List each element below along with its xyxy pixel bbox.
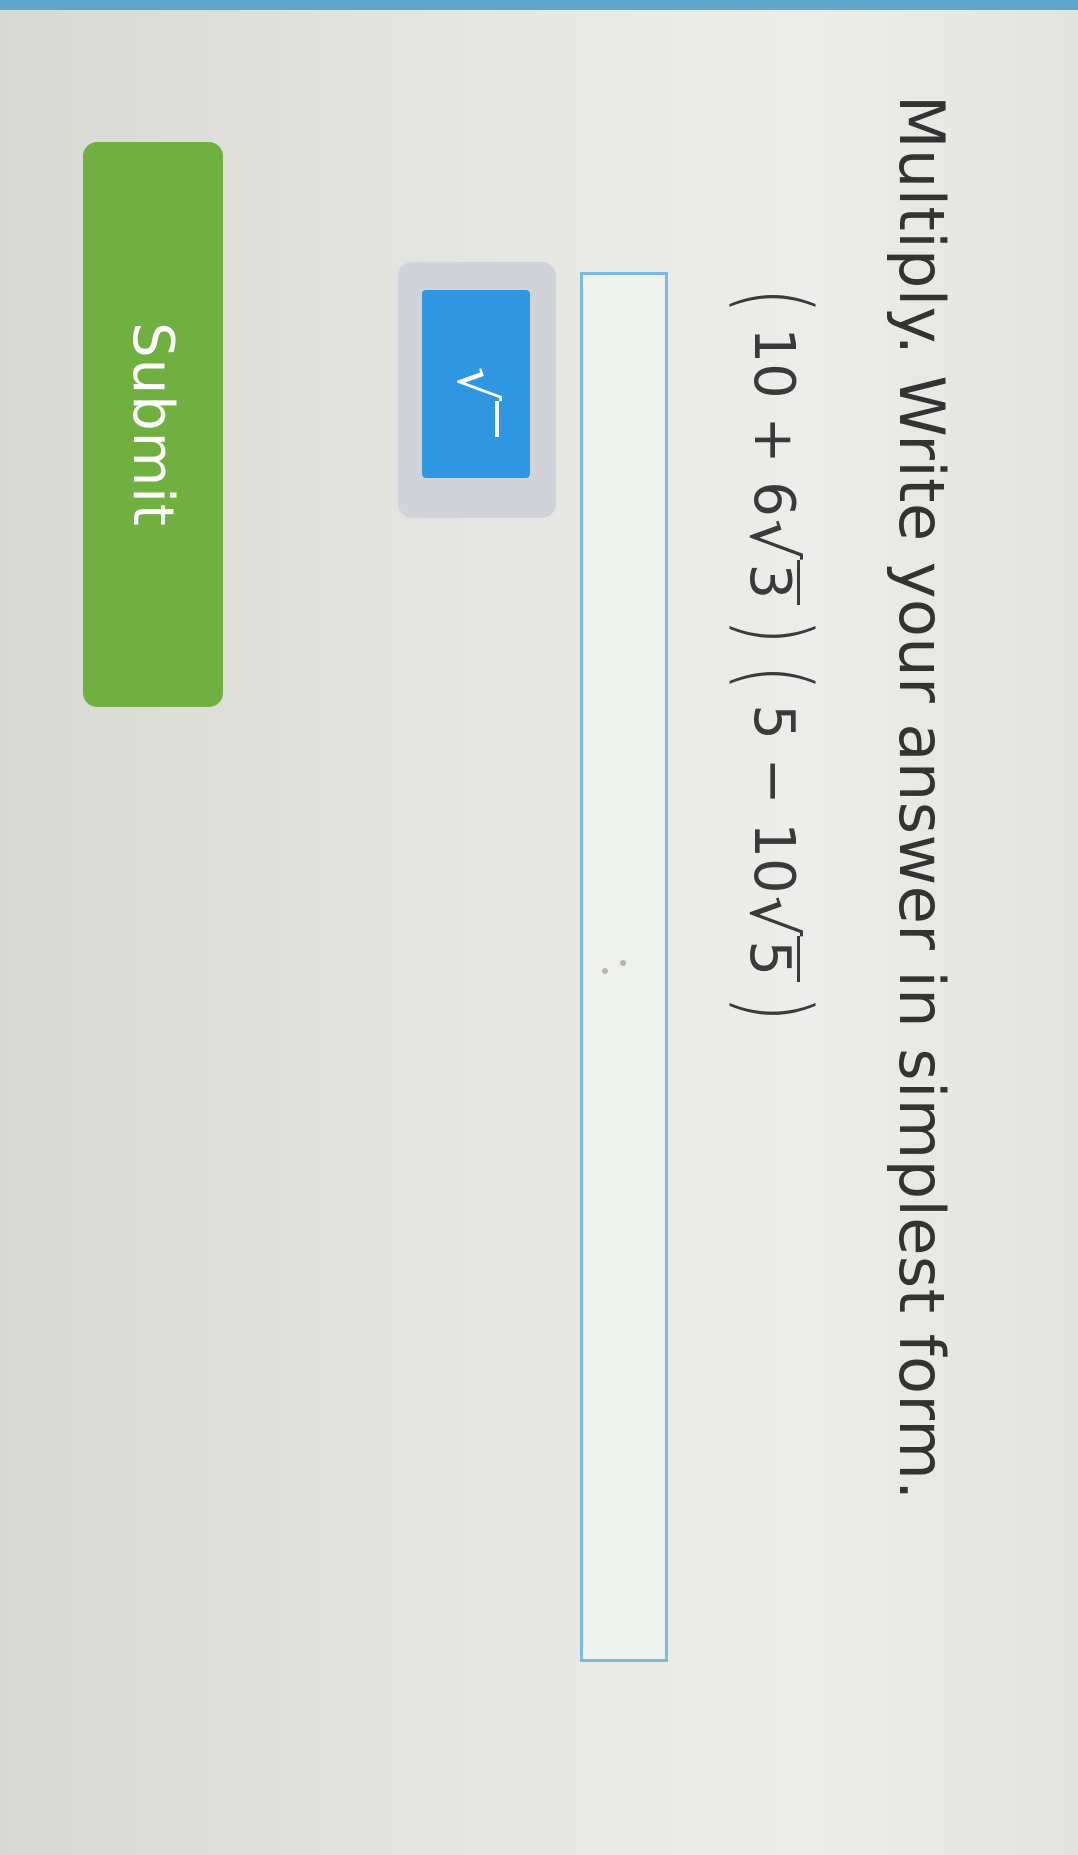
- left-paren: (: [719, 287, 831, 314]
- photo-frame: Multiply. Write your answer in simplest …: [0, 0, 1078, 1855]
- speck: [602, 968, 608, 974]
- radical-1: √ 3: [736, 519, 810, 606]
- instruction-text: Multiply. Write your answer in simplest …: [885, 95, 958, 1501]
- left-paren: (: [719, 664, 831, 691]
- term-2: 5 − 10 √ 5: [736, 700, 810, 986]
- answer-input[interactable]: [580, 272, 668, 1662]
- term-2-coefficient: 5 − 10: [741, 704, 807, 894]
- radical-sign-icon: √: [735, 895, 810, 937]
- radical-sign-icon: √: [735, 518, 810, 560]
- term-1-coefficient: 10 + 6: [741, 327, 807, 517]
- sqrt-button[interactable]: √: [422, 290, 530, 478]
- speck: [620, 960, 626, 966]
- radicand-1: 3: [738, 559, 803, 606]
- right-paren: ): [719, 995, 831, 1022]
- term-1: 10 + 6 √ 3: [736, 323, 810, 609]
- math-toolbar: √: [398, 262, 556, 518]
- sqrt-icon: √: [445, 366, 508, 402]
- exercise-panel: Multiply. Write your answer in simplest …: [0, 0, 1078, 1855]
- radicand-2: 5: [738, 936, 803, 983]
- problem-expression: ( 10 + 6 √ 3 ) ( 5 − 10 √ 5 ): [719, 278, 831, 1032]
- submit-button[interactable]: Submit: [83, 142, 223, 707]
- right-paren: ): [719, 618, 831, 646]
- radical-2: √ 5: [736, 896, 810, 983]
